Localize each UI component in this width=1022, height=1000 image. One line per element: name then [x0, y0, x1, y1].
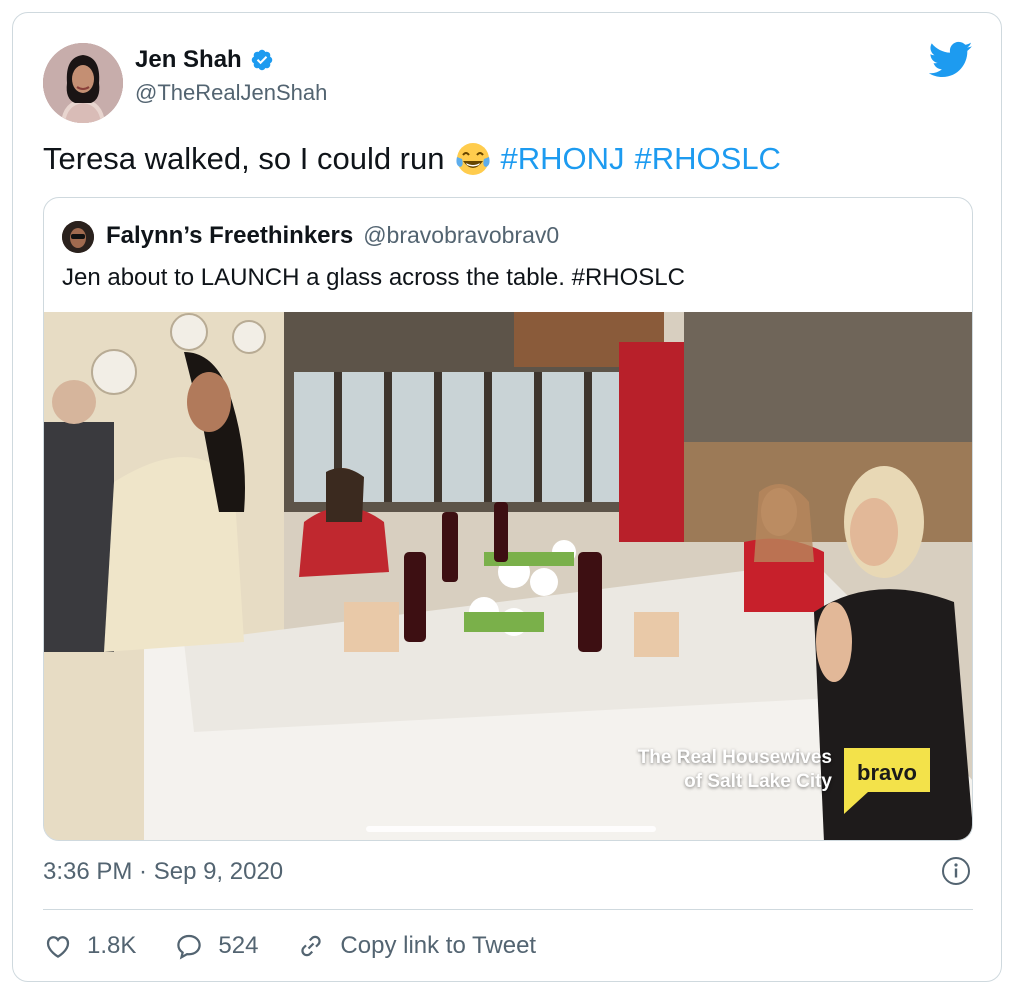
quoted-video[interactable]: The Real Housewives of Salt Lake City br…	[44, 312, 972, 840]
author-name-row[interactable]: Jen Shah	[135, 46, 274, 74]
author-display-name[interactable]: Jen Shah	[135, 46, 242, 74]
quoted-handle[interactable]: @bravobravobrav0	[363, 222, 559, 249]
tweet-card: Jen Shah @TheRealJenShah Teresa walked, …	[12, 12, 1002, 982]
tweet-text: Teresa walked, so I could run	[43, 141, 445, 176]
like-button[interactable]: 1.8K	[43, 931, 136, 961]
author-avatar[interactable]	[43, 43, 123, 123]
twitter-bird-icon[interactable]	[929, 41, 973, 79]
footer-divider	[43, 909, 973, 910]
video-frame-image	[44, 312, 972, 840]
quoted-author-avatar[interactable]	[62, 221, 94, 253]
reply-count: 524	[218, 932, 259, 959]
heart-icon	[46, 936, 70, 958]
copy-link-button[interactable]: Copy link to Tweet	[296, 931, 536, 961]
reply-bubble-icon	[177, 934, 202, 960]
tweet-text-row: Teresa walked, so I could run #RHONJ #RH…	[43, 139, 781, 179]
reply-button[interactable]: 524	[174, 931, 258, 961]
verified-badge-icon	[251, 49, 272, 71]
hashtag-rhoslc[interactable]: #RHOSLC	[635, 139, 781, 179]
tweet-timestamp[interactable]: 3:36 PM · Sep 9, 2020	[43, 858, 283, 886]
bravo-logo-text: bravo	[857, 760, 917, 785]
quoted-tweet[interactable]: Falynn’s Freethinkers @bravobravobrav0 J…	[43, 197, 973, 841]
info-icon[interactable]	[941, 856, 971, 886]
hashtag-rhonj[interactable]: #RHONJ	[501, 139, 625, 179]
author-avatar-image	[43, 43, 123, 123]
quoted-header: Falynn’s Freethinkers @bravobravobrav0	[106, 222, 559, 250]
watermark-line-2: of Salt Lake City	[684, 771, 832, 792]
quoted-text: Jen about to LAUNCH a glass across the t…	[62, 264, 685, 291]
video-scrubber[interactable]	[366, 826, 656, 832]
like-count: 1.8K	[87, 932, 137, 959]
copy-link-label: Copy link to Tweet	[340, 932, 537, 959]
quoted-display-name[interactable]: Falynn’s Freethinkers	[106, 222, 353, 250]
watermark-line-1: The Real Housewives	[637, 747, 832, 768]
action-bar: 1.8K 524 Copy link to Tweet	[43, 929, 574, 963]
quoted-avatar-image	[62, 221, 94, 253]
author-handle[interactable]: @TheRealJenShah	[135, 80, 327, 106]
bravo-logo-icon: bravo	[844, 748, 930, 814]
face-with-tears-of-joy-icon	[455, 143, 490, 175]
link-icon	[301, 935, 322, 957]
video-watermark: The Real Housewives of Salt Lake City	[638, 746, 832, 794]
